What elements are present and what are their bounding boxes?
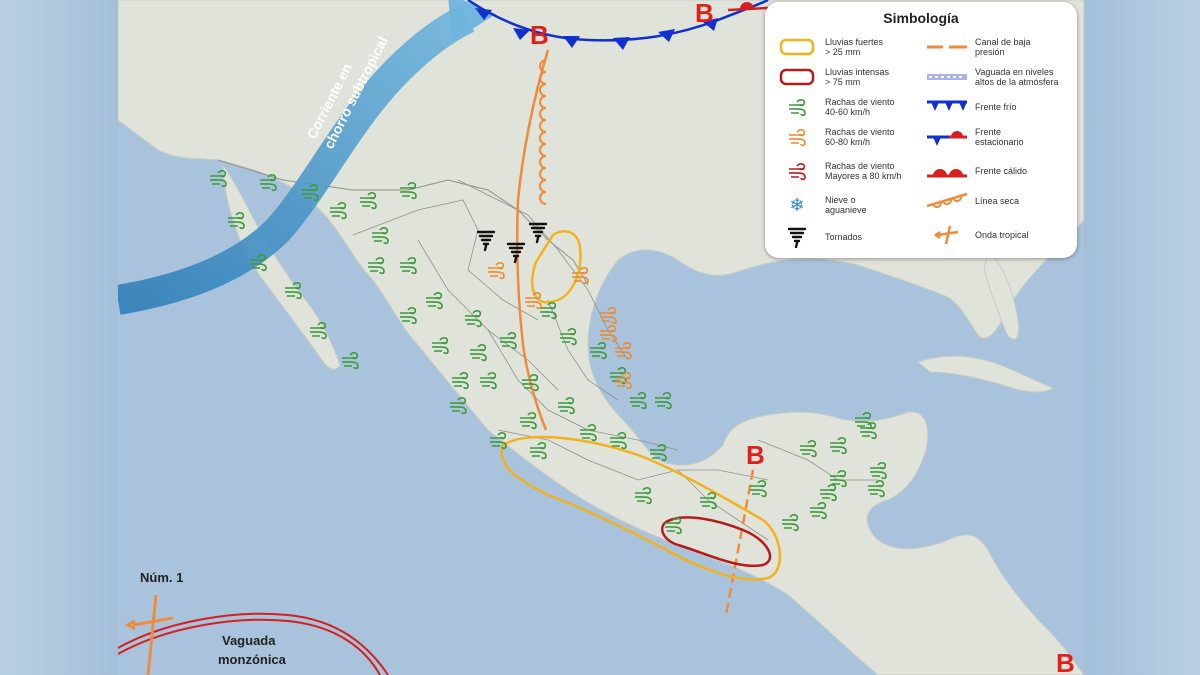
low-pressure-b-ne: B — [695, 0, 714, 28]
red-rain-rect-icon — [775, 66, 819, 88]
legend-label: Línea seca — [975, 195, 1020, 206]
legend-label: Onda tropical — [975, 229, 1029, 240]
monsoon-label-line2: monzónica — [218, 652, 287, 667]
tropical-wave-icon — [925, 224, 969, 246]
legend-label: Frente estacionario — [975, 126, 1024, 148]
left-blur-border — [0, 0, 118, 675]
legend-label: Lluvias fuertes > 25 mm — [825, 36, 884, 58]
tornado-icon — [775, 226, 819, 248]
stationary-front-icon — [925, 126, 969, 148]
monsoon-label-line1: Vaguada — [222, 633, 276, 648]
legend-label: Vaguada en niveles altos de la atmósfera — [975, 66, 1059, 88]
legend-item-upper-trough: Vaguada en niveles altos de la atmósfera — [925, 66, 1059, 88]
legend-label: Canal de baja presión — [975, 36, 1031, 58]
right-blur-border — [1084, 0, 1200, 675]
legend-label: Rachas de viento Mayores a 80 km/h — [825, 160, 902, 182]
legend-item-wind-80: Rachas de viento Mayores a 80 km/h — [775, 160, 902, 182]
legend-item-wind-40-60: Rachas de viento 40-60 km/h — [775, 96, 895, 118]
legend-label: Tornados — [825, 231, 863, 242]
legend-label: Rachas de viento 40-60 km/h — [825, 96, 895, 118]
legend-label: Nieve o aguanieve — [825, 194, 867, 216]
low-pressure-b-gulf: B — [746, 440, 765, 470]
snowflake-icon: ❄ — [789, 194, 805, 215]
tropical-wave-label: Núm. 1 — [140, 570, 183, 585]
cold-front-icon — [925, 96, 969, 118]
legend-item-cold-front: Frente frío — [925, 96, 1017, 118]
legend-label: Rachas de viento 60-80 km/h — [825, 126, 895, 148]
legend-panel: Simbología Lluvias fuertes > 25 mm Lluvi… — [765, 2, 1077, 258]
legend-item-dry-line: Línea seca — [925, 190, 1019, 212]
legend-item-stationary-front: Frente estacionario — [925, 126, 1024, 148]
legend-item-heavy-rain: Lluvias fuertes > 25 mm — [775, 36, 883, 58]
legend-title: Simbología — [883, 10, 959, 26]
legend-item-warm-front: Frente cálido — [925, 160, 1027, 182]
green-wind-icon — [775, 96, 819, 118]
legend-item-wind-60-80: Rachas de viento 60-80 km/h — [775, 126, 895, 148]
legend-item-tropical-wave: Onda tropical — [925, 224, 1029, 246]
red-wind-icon — [775, 160, 819, 182]
legend-label: Lluvias intensas > 75 mm — [825, 66, 890, 88]
legend-item-intense-rain: Lluvias intensas > 75 mm — [775, 66, 889, 88]
low-pressure-channel-icon — [925, 36, 969, 58]
legend-label: Frente frío — [975, 101, 1017, 112]
legend-item-low-channel: Canal de baja presión — [925, 36, 1031, 58]
low-pressure-b-se: B — [1056, 648, 1075, 675]
dry-line-icon — [925, 190, 969, 212]
legend-item-tornado: Tornados — [775, 226, 862, 248]
low-pressure-b-north: B — [530, 20, 549, 50]
yellow-rain-rect-icon — [775, 36, 819, 58]
legend-label: Frente cálido — [975, 165, 1028, 176]
warm-front-icon — [925, 160, 969, 182]
upper-trough-icon — [925, 66, 969, 88]
orange-wind-icon — [775, 126, 819, 148]
legend-item-snow: ❄ Nieve o aguanieve — [775, 194, 867, 216]
